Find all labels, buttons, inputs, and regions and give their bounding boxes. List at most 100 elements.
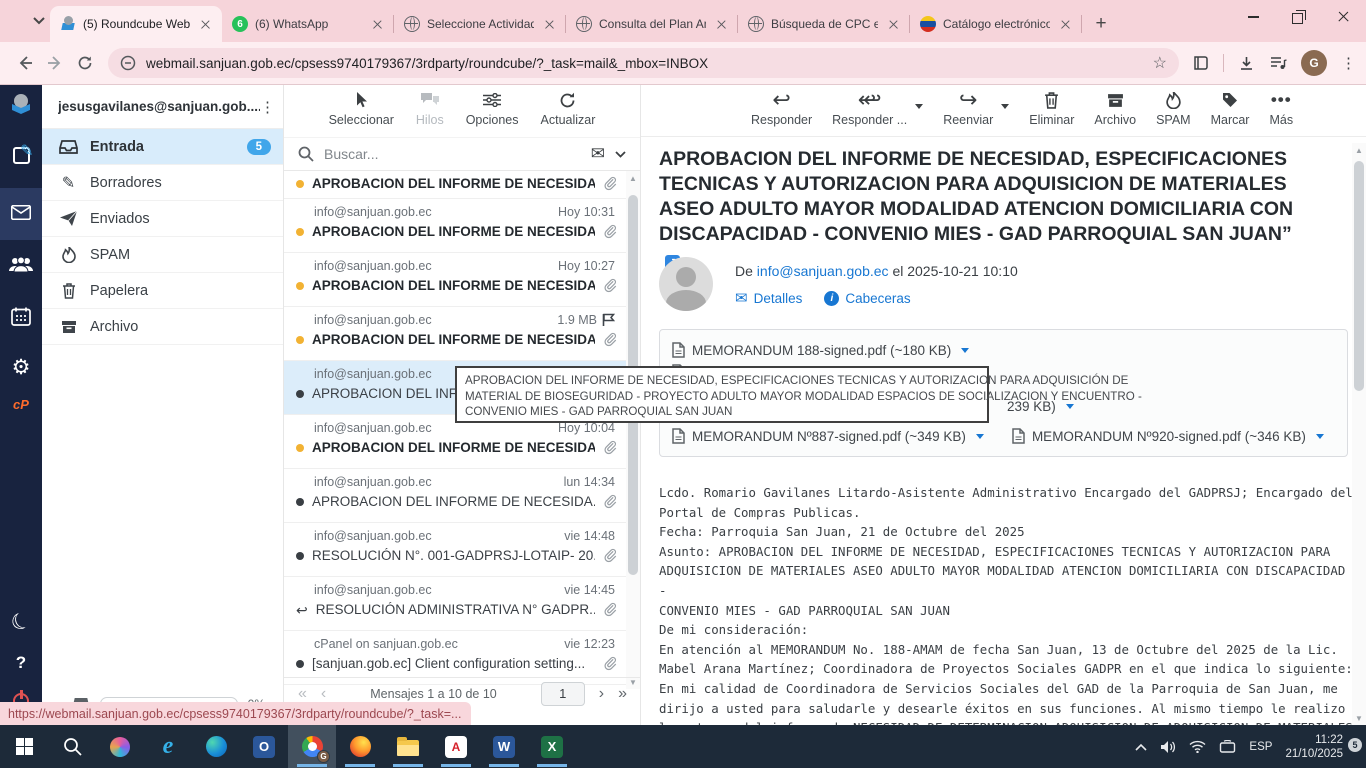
downloads-icon[interactable] bbox=[1238, 55, 1255, 72]
headers-link[interactable]: iCabeceras bbox=[824, 289, 910, 307]
prev-page-button[interactable]: ‹ bbox=[321, 685, 326, 703]
reader-scrollbar[interactable]: ▲ ▼ bbox=[1352, 143, 1366, 725]
internet-explorer-button[interactable]: e bbox=[144, 725, 192, 768]
back-button[interactable] bbox=[10, 48, 40, 78]
excel-button[interactable]: X bbox=[528, 725, 576, 768]
reply-all-caret-icon[interactable] bbox=[915, 104, 923, 109]
options-button[interactable]: Opciones bbox=[466, 90, 519, 127]
tab-catalogo-electronico[interactable]: Catálogo electrónico bbox=[910, 6, 1082, 42]
mark-button[interactable]: Marcar bbox=[1211, 90, 1250, 127]
window-close-button[interactable] bbox=[1321, 0, 1366, 34]
tab-close-icon[interactable] bbox=[369, 16, 386, 33]
scroll-up-icon[interactable]: ▲ bbox=[1352, 143, 1366, 157]
edge-button[interactable] bbox=[192, 725, 240, 768]
settings-gear-icon[interactable]: ⚙ bbox=[0, 355, 42, 380]
forward-button[interactable]: ↪ Reenviar bbox=[943, 90, 993, 127]
tab-busqueda-cpc[interactable]: Búsqueda de CPC en bbox=[738, 6, 910, 42]
folder-enviados[interactable]: Enviados bbox=[42, 201, 283, 237]
contacts-icon[interactable] bbox=[0, 257, 42, 273]
taskbar-clock[interactable]: 11:22 21/10/2025 bbox=[1285, 733, 1343, 761]
select-button[interactable]: Seleccionar bbox=[329, 90, 394, 127]
attachment-menu-caret-icon[interactable] bbox=[976, 434, 984, 439]
attachment-menu-caret-icon[interactable] bbox=[1316, 434, 1324, 439]
attachment-item[interactable]: MEMORANDUM Nº920-signed.pdf (~346 KB) bbox=[1012, 422, 1324, 450]
message-row[interactable]: APROBACION DEL INFORME DE NECESIDA... bbox=[284, 171, 627, 199]
chrome-menu-icon[interactable]: ⋮ bbox=[1341, 54, 1356, 72]
site-settings-icon[interactable] bbox=[120, 55, 136, 71]
search-scope-mail-icon[interactable]: ✉ bbox=[591, 144, 605, 164]
search-input[interactable] bbox=[324, 146, 581, 162]
spam-button[interactable]: SPAM bbox=[1156, 90, 1191, 127]
compose-icon[interactable]: ✎ bbox=[0, 147, 42, 164]
folder-entrada[interactable]: Entrada 5 bbox=[42, 129, 283, 165]
search-bar[interactable]: ✉ bbox=[284, 137, 640, 171]
attachment-item[interactable]: MEMORANDUM 188-signed.pdf (~180 KB) bbox=[672, 336, 1335, 364]
window-minimize-button[interactable] bbox=[1231, 0, 1276, 34]
copilot-button[interactable] bbox=[96, 725, 144, 768]
new-tab-button[interactable]: + bbox=[1088, 11, 1114, 37]
attachment-menu-caret-icon[interactable] bbox=[1066, 404, 1074, 409]
account-menu-icon[interactable]: ⋮ bbox=[260, 98, 275, 116]
help-icon[interactable]: ? bbox=[0, 653, 42, 673]
message-row[interactable]: info@sanjuan.gob.eclun 14:34 APROBACION … bbox=[284, 469, 627, 523]
message-row[interactable]: info@sanjuan.gob.ecHoy 10:04 APROBACION … bbox=[284, 415, 627, 469]
firefox-button[interactable] bbox=[336, 725, 384, 768]
url-bar[interactable]: webmail.sanjuan.gob.ec/cpsess9740179367/… bbox=[108, 48, 1179, 78]
mail-nav-active[interactable] bbox=[0, 188, 42, 240]
last-page-button[interactable]: » bbox=[618, 685, 627, 703]
chrome-button[interactable]: G bbox=[288, 725, 336, 768]
acrobat-button[interactable]: A bbox=[432, 725, 480, 768]
folder-archivo[interactable]: Archivo bbox=[42, 309, 283, 345]
message-row[interactable]: info@sanjuan.gob.ec 1.9 MB APROBACION DE… bbox=[284, 307, 627, 361]
delete-button[interactable]: Eliminar bbox=[1029, 90, 1074, 127]
message-row[interactable]: info@sanjuan.gob.ecvie 14:45 ↩RESOLUCIÓN… bbox=[284, 577, 627, 631]
volume-icon[interactable] bbox=[1160, 740, 1176, 754]
folder-papelera[interactable]: Papelera bbox=[42, 273, 283, 309]
url-text[interactable]: webmail.sanjuan.gob.ec/cpsess9740179367/… bbox=[146, 56, 1147, 71]
tab-close-icon[interactable] bbox=[713, 16, 730, 33]
tab-roundcube[interactable]: (5) Roundcube Webm bbox=[50, 6, 222, 42]
list-scrollbar[interactable]: ▲ ▼ bbox=[626, 171, 640, 689]
file-explorer-button[interactable] bbox=[384, 725, 432, 768]
tray-expand-chevron-icon[interactable] bbox=[1135, 743, 1147, 751]
message-row[interactable]: info@sanjuan.gob.ecHoy 10:31 APROBACION … bbox=[284, 199, 627, 253]
reload-button[interactable] bbox=[70, 48, 100, 78]
archive-button[interactable]: Archivo bbox=[1094, 90, 1136, 127]
reply-button[interactable]: ↩ Responder bbox=[751, 90, 812, 127]
scroll-down-icon[interactable]: ▼ bbox=[1352, 711, 1366, 725]
tab-close-icon[interactable] bbox=[1057, 16, 1074, 33]
bookmark-star-icon[interactable]: ☆ bbox=[1153, 53, 1167, 73]
dark-mode-moon-icon[interactable]: ☾ bbox=[0, 609, 42, 635]
scroll-up-icon[interactable]: ▲ bbox=[626, 171, 640, 185]
next-page-button[interactable]: › bbox=[599, 685, 604, 703]
tab-whatsapp[interactable]: 6 (6) WhatsApp bbox=[222, 6, 394, 42]
forward-caret-icon[interactable] bbox=[1001, 104, 1009, 109]
refresh-button[interactable]: Actualizar bbox=[541, 90, 596, 127]
scrollbar-thumb[interactable] bbox=[1354, 161, 1364, 391]
tab-close-icon[interactable] bbox=[885, 16, 902, 33]
page-number-box[interactable]: 1 bbox=[541, 682, 585, 706]
search-options-chevron-icon[interactable] bbox=[615, 151, 626, 158]
window-restore-button[interactable] bbox=[1276, 0, 1321, 34]
attachment-item[interactable]: MEMORANDUM Nº887-signed.pdf (~349 KB) bbox=[672, 422, 984, 450]
calendar-icon[interactable] bbox=[0, 307, 42, 326]
attachment-menu-caret-icon[interactable] bbox=[961, 348, 969, 353]
first-page-button[interactable]: « bbox=[298, 685, 307, 703]
media-controls-icon[interactable] bbox=[1269, 55, 1287, 71]
profile-avatar[interactable]: G bbox=[1301, 50, 1327, 76]
language-indicator[interactable]: ESP bbox=[1249, 741, 1272, 753]
tab-seleccione-actividad[interactable]: Seleccione Actividad bbox=[394, 6, 566, 42]
tab-consulta-plan[interactable]: Consulta del Plan Anu bbox=[566, 6, 738, 42]
side-panel-icon[interactable] bbox=[1191, 54, 1209, 72]
taskbar-search-button[interactable] bbox=[48, 725, 96, 768]
wifi-icon[interactable] bbox=[1189, 740, 1206, 753]
outlook-button[interactable]: O bbox=[240, 725, 288, 768]
message-row[interactable]: info@sanjuan.gob.ecvie 14:48 RESOLUCIÓN … bbox=[284, 523, 627, 577]
more-button[interactable]: ••• Más bbox=[1269, 90, 1293, 127]
folder-borradores[interactable]: ✎ Borradores bbox=[42, 165, 283, 201]
start-button[interactable] bbox=[0, 725, 48, 768]
tab-close-icon[interactable] bbox=[541, 16, 558, 33]
message-row[interactable]: info@sanjuan.gob.ecHoy 10:27 APROBACION … bbox=[284, 253, 627, 307]
cast-icon[interactable] bbox=[1219, 740, 1236, 754]
flag-icon[interactable] bbox=[602, 313, 615, 327]
